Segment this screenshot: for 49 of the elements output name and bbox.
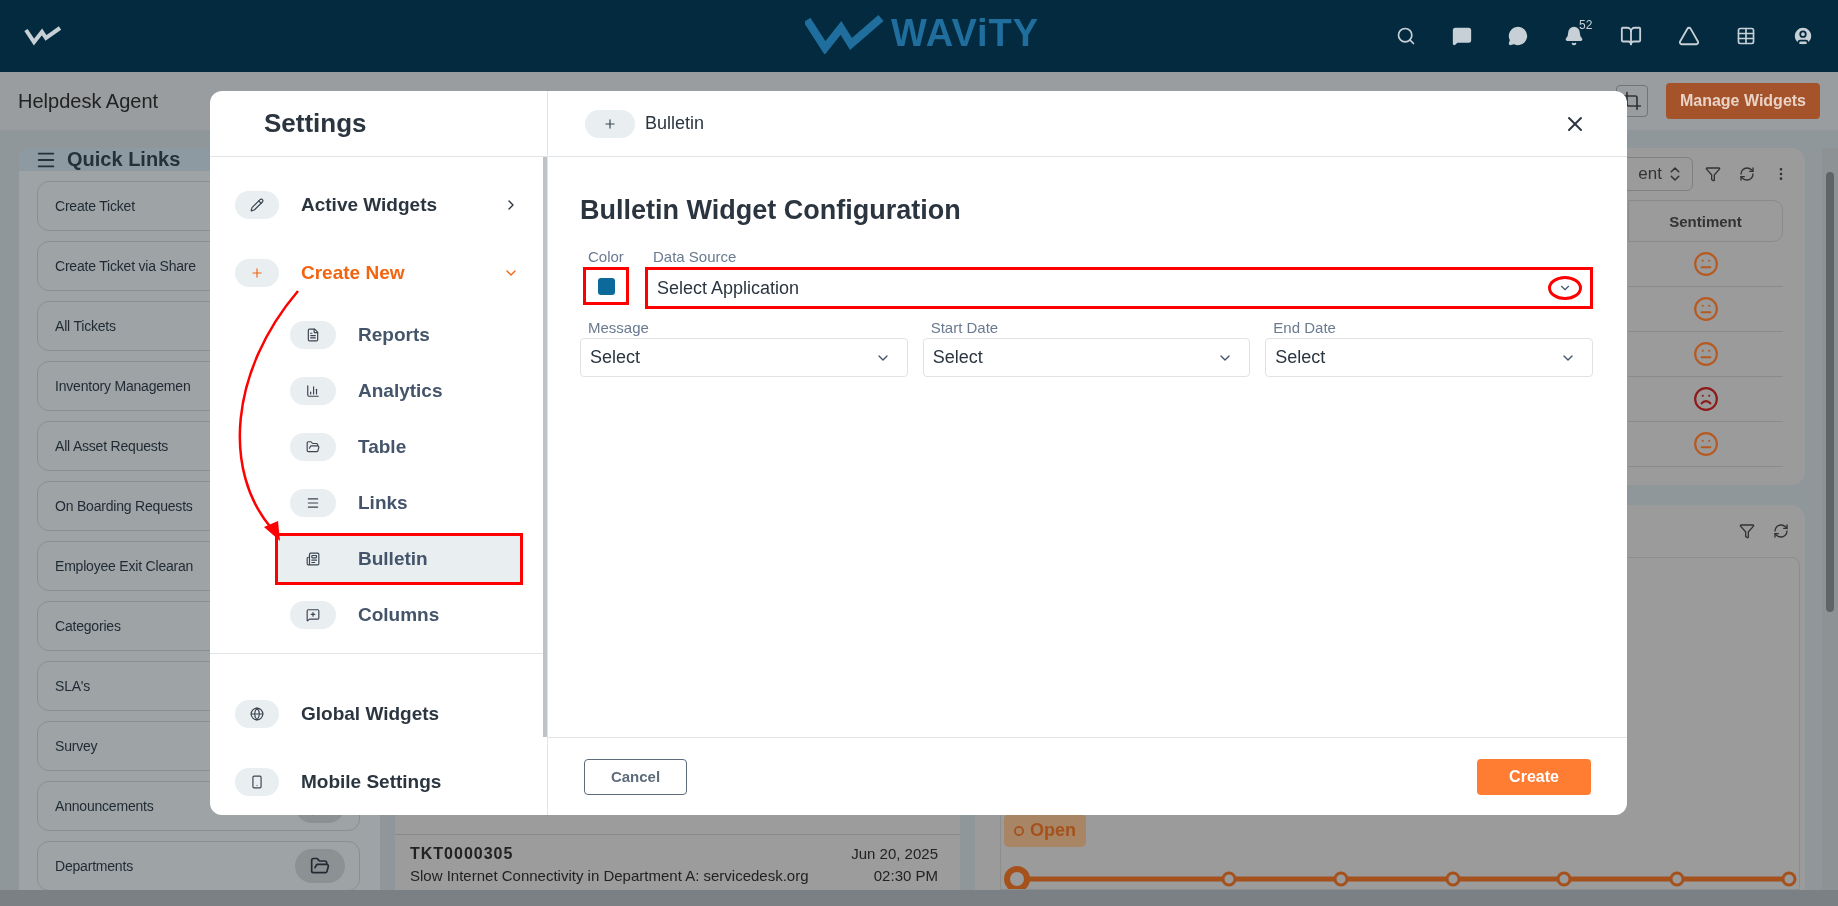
cancel-button[interactable]: Cancel [584,758,687,795]
user-icon[interactable] [1792,25,1814,47]
folder-icon [306,440,320,454]
page-title: Helpdesk Agent [18,89,159,113]
panel-title: Quick Links [67,148,181,171]
document-icon [306,328,320,342]
checkmark-logo-icon [805,13,885,54]
field-label: Data Source [652,248,738,265]
breadcrumb: Bulletin [645,113,705,134]
newspaper-icon [306,552,320,566]
pencil-icon [250,198,264,212]
plus-icon [603,116,617,131]
refresh-icon[interactable] [1739,166,1755,182]
form-title: Bulletin Widget Configuration [580,195,962,226]
filter-icon[interactable] [1705,166,1721,182]
bar-chart-icon [306,384,320,398]
folder-icon [310,856,330,876]
grid-icon[interactable] [1736,26,1756,46]
dropdown-select[interactable]: Select [1265,338,1593,377]
ticket-subject: Slow Internet Connectivity in Department A: servicedesk.org [410,867,810,884]
lines-icon [306,496,320,510]
refresh-icon[interactable] [1773,523,1789,539]
triangle-icon[interactable] [1678,25,1700,47]
logo-text: WAViTY [891,12,1040,55]
field-label: End Date [1272,319,1337,336]
settings-submenu-item[interactable]: Bulletin [275,533,523,585]
color-picker[interactable] [583,267,629,305]
data-source-select[interactable]: Select Application [645,267,1593,309]
manage-widgets-button[interactable]: Manage Widgets [1665,83,1820,119]
plus-icon [250,266,264,280]
status-badge: Open [1004,814,1086,847]
ticket-time: 02:30 PM [872,867,938,884]
field-label: Start Date [929,319,1000,336]
globe-icon [250,707,264,721]
phone-icon [250,775,264,789]
field-label: Color [587,248,625,265]
filter-icon[interactable] [1739,523,1755,539]
dropdown-select[interactable]: Select [922,338,1251,377]
ticket-id: TKT0000305 [410,845,515,863]
dropdown-select[interactable]: Select [580,338,908,377]
chat-bubble-icon[interactable] [1508,26,1528,46]
logo-icon[interactable] [24,26,64,46]
notification-count: 52 [1579,18,1593,32]
ticket-date: Jun 20, 2025 [851,845,938,863]
book-icon[interactable] [1620,25,1642,47]
dialog-title: Settings [264,108,367,139]
search-icon[interactable] [1396,26,1416,46]
field-label: Message [587,319,650,336]
column-header: Sentiment [1628,200,1783,242]
